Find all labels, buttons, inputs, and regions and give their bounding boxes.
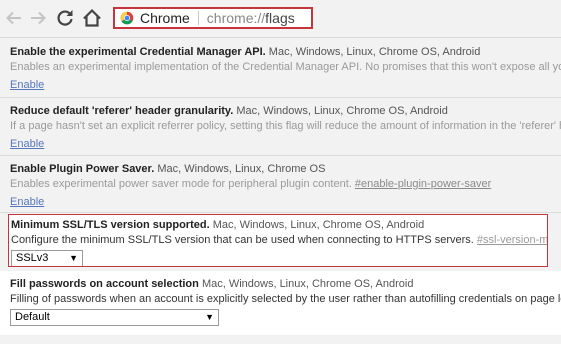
flag-anchor-link[interactable]: #enable-plugin-power-saver [355, 178, 491, 190]
home-button[interactable] [80, 6, 104, 30]
dropdown-arrow-icon: ▼ [69, 253, 78, 263]
flag-platforms: Mac, Windows, Linux, Chrome OS, Android [268, 46, 481, 58]
reload-icon [57, 10, 73, 26]
flag-description: If a page hasn't set an explicit referre… [10, 120, 561, 132]
flag-platforms: Mac, Windows, Linux, Chrome OS, Android [201, 278, 414, 290]
dropdown-arrow-icon: ▼ [205, 312, 214, 322]
url-scheme: chrome:// [206, 10, 266, 26]
reload-button[interactable] [53, 6, 77, 30]
flag-fill-on-account-select: Fill passwords on account selection Mac,… [0, 271, 561, 335]
flag-credential-manager: Enable the experimental Credential Manag… [0, 39, 561, 98]
forward-arrow-icon [31, 11, 46, 25]
flag-ssl-version-min: Minimum SSL/TLS version supported. Mac, … [8, 214, 548, 267]
flag-title: Enable the experimental Credential Manag… [10, 46, 266, 58]
forward-button[interactable] [26, 6, 50, 30]
chrome-logo-icon [120, 11, 134, 25]
enable-link[interactable]: Enable [10, 195, 44, 210]
flag-description: Enables an experimental implementation o… [10, 61, 561, 73]
back-button[interactable] [2, 6, 26, 30]
home-icon [83, 8, 101, 27]
ssl-version-select[interactable]: SSLv3 ▼ [11, 250, 83, 266]
flag-platforms: Mac, Windows, Linux, Chrome OS [157, 163, 326, 175]
enable-link[interactable]: Enable [10, 137, 44, 152]
flag-description: Filling of passwords when an account is … [10, 293, 561, 305]
select-value: SSLv3 [16, 252, 49, 264]
flag-description: Enables experimental power saver mode fo… [10, 178, 352, 190]
flag-referer-granularity: Reduce default 'referer' header granular… [0, 98, 561, 156]
flags-list: Enable the experimental Credential Manag… [0, 39, 561, 335]
flag-title: Fill passwords on account selection [10, 278, 199, 290]
flag-platforms: Mac, Windows, Linux, Chrome OS, Android [236, 105, 448, 117]
flag-description: Configure the minimum SSL/TLS version th… [11, 234, 474, 246]
browser-toolbar: Chrome chrome://flags [0, 0, 561, 38]
security-chip-label: Chrome [140, 10, 190, 26]
fill-passwords-select[interactable]: Default ▼ [10, 309, 219, 326]
back-arrow-icon [6, 11, 21, 25]
url-path: flags [265, 10, 295, 26]
omnibox-separator [197, 11, 199, 25]
flag-platforms: Mac, Windows, Linux, Chrome OS, Android [212, 219, 425, 231]
flag-title: Enable Plugin Power Saver. [10, 163, 155, 175]
address-bar[interactable]: Chrome chrome://flags [113, 7, 313, 29]
enable-link[interactable]: Enable [10, 78, 44, 93]
flag-anchor-link[interactable]: #ssl-version-min [477, 234, 547, 246]
url-text: chrome://flags [207, 10, 295, 26]
flag-title: Minimum SSL/TLS version supported. [11, 219, 210, 231]
select-value: Default [15, 311, 50, 323]
flag-plugin-power-saver: Enable Plugin Power Saver. Mac, Windows,… [0, 156, 561, 213]
flag-title: Reduce default 'referer' header granular… [10, 105, 234, 117]
